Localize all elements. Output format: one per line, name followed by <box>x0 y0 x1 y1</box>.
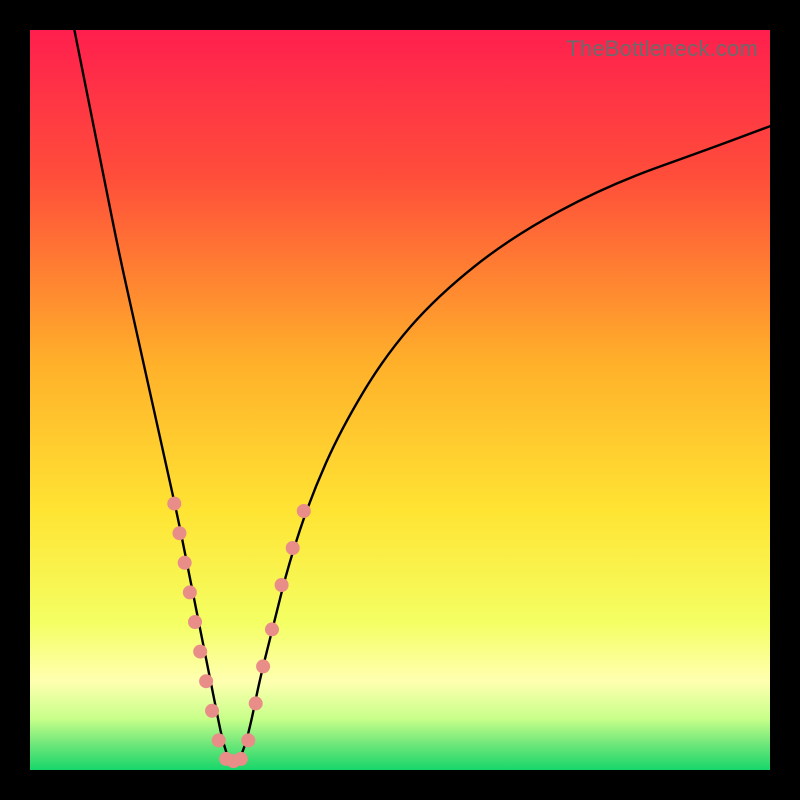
bottleneck-curve <box>74 30 770 763</box>
highlight-dot <box>172 526 186 540</box>
chart-frame: TheBottleneck.com <box>0 0 800 800</box>
highlight-dot <box>241 733 255 747</box>
plot-area: TheBottleneck.com <box>30 30 770 770</box>
highlight-dot <box>256 659 270 673</box>
highlight-dot <box>183 585 197 599</box>
highlight-dots <box>167 497 310 769</box>
highlight-dot <box>286 541 300 555</box>
curve-layer <box>30 30 770 770</box>
highlight-dot <box>297 504 311 518</box>
highlight-dot <box>178 556 192 570</box>
highlight-dot <box>199 674 213 688</box>
highlight-dot <box>193 645 207 659</box>
highlight-dot <box>212 733 226 747</box>
highlight-dot <box>188 615 202 629</box>
highlight-dot <box>249 696 263 710</box>
highlight-dot <box>205 704 219 718</box>
highlight-dot <box>234 752 248 766</box>
highlight-dot <box>275 578 289 592</box>
highlight-dot <box>265 622 279 636</box>
highlight-dot <box>167 497 181 511</box>
